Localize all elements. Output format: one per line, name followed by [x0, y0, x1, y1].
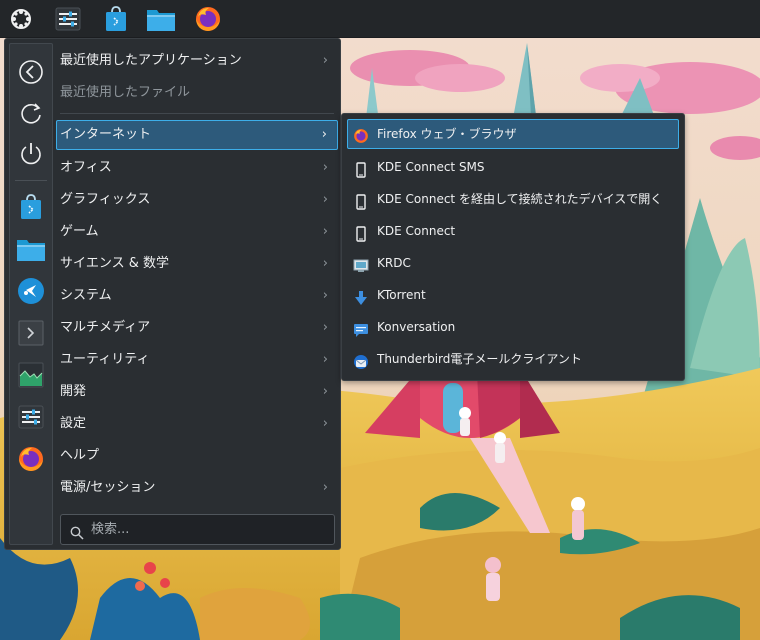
menu-item-label: グラフィックス — [60, 192, 151, 207]
submenu-item-kde-connect[interactable]: KDE Connect — [347, 216, 679, 246]
system-monitor-icon[interactable] — [15, 359, 47, 391]
power-icon[interactable] — [15, 138, 47, 170]
submenu-item-konversation[interactable]: Konversation — [347, 312, 679, 342]
chevron-right-icon: › — [322, 288, 328, 303]
submenu-item-label: Firefox ウェブ・ブラウザ — [377, 127, 517, 141]
download-arrow-icon — [353, 287, 369, 305]
search-icon — [70, 522, 84, 551]
phone-icon — [353, 159, 369, 178]
menu-item-label: ヘルプ — [60, 448, 100, 463]
menu-item-science-math[interactable]: サイエンス & 数学 › — [56, 249, 338, 279]
menu-item-graphics[interactable]: グラフィックス › — [56, 185, 338, 215]
menu-item-label: 最近使用したファイル — [60, 85, 191, 100]
submenu-item-label: KDE Connect SMS — [377, 160, 485, 174]
menu-item-recent-files[interactable]: 最近使用したファイル — [56, 78, 338, 108]
chevron-right-icon: › — [321, 127, 327, 142]
thunderbird-icon — [353, 351, 369, 369]
file-manager-icon[interactable] — [145, 3, 177, 35]
menu-item-label: オフィス — [60, 160, 112, 175]
firefox-icon[interactable] — [15, 443, 47, 475]
menu-item-label: サイエンス & 数学 — [60, 256, 170, 271]
submenu-item-ktorrent[interactable]: KTorrent — [347, 280, 679, 310]
chat-icon — [353, 319, 369, 337]
phone-icon — [353, 223, 369, 242]
menu-item-label: 最近使用したアプリケーション — [60, 53, 242, 68]
submenu-item-label: KDE Connect を経由して接続されたデバイスで開く — [377, 192, 663, 206]
favorites-rail — [9, 43, 53, 545]
phone-icon — [353, 191, 369, 210]
firefox-icon — [353, 126, 369, 143]
search-placeholder: 検索... — [91, 522, 130, 537]
kde-connect-icon[interactable] — [15, 275, 47, 307]
menu-item-development[interactable]: 開発 › — [56, 377, 338, 407]
settings-sliders-icon[interactable] — [52, 3, 84, 35]
chevron-right-icon: › — [322, 53, 328, 68]
discover-store-icon[interactable] — [100, 3, 132, 35]
submenu-item-label: KDE Connect — [377, 224, 456, 238]
menu-item-label: ユーティリティ — [60, 352, 150, 367]
submenu-item-kde-connect-open[interactable]: KDE Connect を経由して接続されたデバイスで開く — [347, 184, 679, 214]
submenu-item-firefox[interactable]: Firefox ウェブ・ブラウザ — [347, 119, 679, 149]
top-panel — [0, 0, 760, 38]
menu-item-settings[interactable]: 設定 › — [56, 409, 338, 439]
remote-desktop-icon — [353, 255, 369, 272]
submenu-item-label: Thunderbird電子メールクライアント — [377, 352, 582, 366]
discover-store-icon[interactable] — [15, 191, 47, 223]
menu-item-label: マルチメディア — [60, 320, 151, 335]
menu-item-utilities[interactable]: ユーティリティ › — [56, 345, 338, 375]
chevron-right-icon: › — [322, 480, 328, 495]
app-launcher-icon[interactable] — [5, 3, 37, 35]
menu-item-label: 開発 — [60, 384, 87, 399]
chevron-right-icon: › — [322, 384, 328, 399]
submenu-item-thunderbird[interactable]: Thunderbird電子メールクライアント — [347, 344, 679, 374]
rail-divider — [15, 180, 47, 181]
restart-icon[interactable] — [15, 97, 47, 129]
search-input[interactable]: 検索... — [60, 514, 335, 545]
menu-item-label: ゲーム — [60, 224, 99, 239]
chevron-right-icon: › — [322, 352, 328, 367]
firefox-icon[interactable] — [192, 3, 224, 35]
settings-sliders-icon[interactable] — [15, 401, 47, 433]
menu-item-label: システム — [60, 288, 112, 303]
chevron-right-icon: › — [322, 416, 328, 431]
submenu-item-krdc[interactable]: KRDC — [347, 248, 679, 278]
submenu-item-kde-connect-sms[interactable]: KDE Connect SMS — [347, 152, 679, 182]
menu-item-label: 設定 — [60, 416, 87, 431]
menu-item-internet[interactable]: インターネット › — [56, 120, 338, 150]
chevron-right-icon: › — [322, 192, 328, 207]
chevron-right-icon: › — [322, 256, 328, 271]
menu-item-label: 電源/セッション — [60, 480, 156, 495]
menu-item-recent-applications[interactable]: 最近使用したアプリケーション › — [56, 46, 338, 76]
menu-item-multimedia[interactable]: マルチメディア › — [56, 313, 338, 343]
chevron-right-icon: › — [322, 320, 328, 335]
menu-item-system[interactable]: システム › — [56, 281, 338, 311]
file-manager-icon[interactable] — [15, 233, 47, 265]
menu-item-games[interactable]: ゲーム › — [56, 217, 338, 247]
menu-item-help[interactable]: ヘルプ — [56, 441, 338, 471]
submenu-item-label: KRDC — [377, 256, 411, 270]
menu-divider — [60, 113, 334, 114]
internet-submenu: Firefox ウェブ・ブラウザ KDE Connect SMS KDE Con… — [341, 113, 685, 381]
terminal-icon[interactable] — [15, 317, 47, 349]
submenu-item-label: Konversation — [377, 320, 456, 334]
menu-item-label: インターネット — [60, 127, 152, 142]
submenu-item-label: KTorrent — [377, 288, 426, 302]
chevron-right-icon: › — [322, 224, 328, 239]
application-menu: 最近使用したアプリケーション › 最近使用したファイル インターネット › オフ… — [4, 38, 341, 550]
menu-item-office[interactable]: オフィス › — [56, 153, 338, 183]
chevron-right-icon: › — [322, 160, 328, 175]
back-icon[interactable] — [15, 56, 47, 88]
menu-item-power-session[interactable]: 電源/セッション › — [56, 473, 338, 503]
